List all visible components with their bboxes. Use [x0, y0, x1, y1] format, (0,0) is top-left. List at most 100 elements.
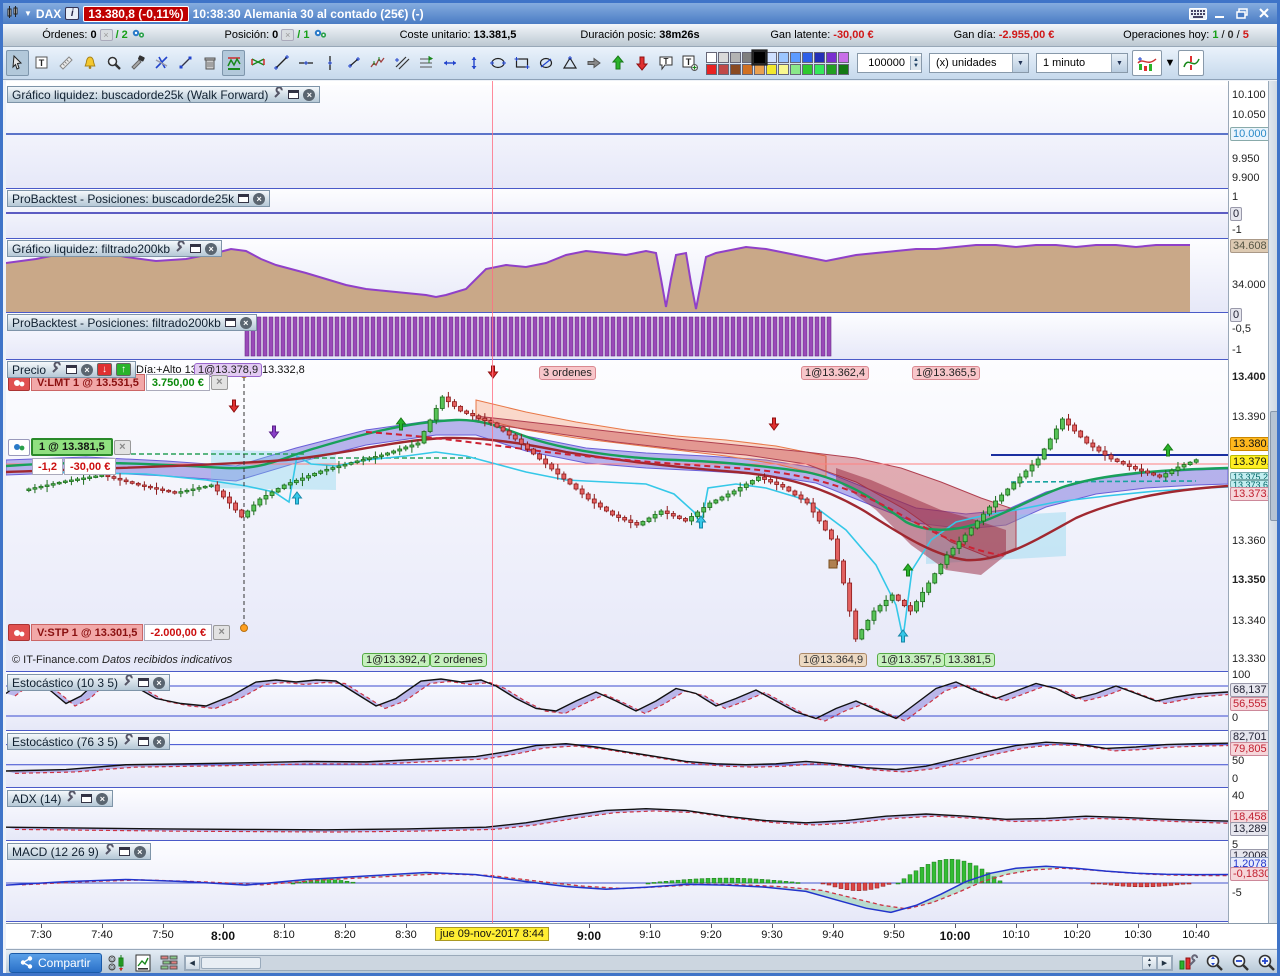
restore-button[interactable] — [1233, 6, 1251, 21]
sell-button[interactable]: ↓ — [97, 363, 113, 376]
share-button[interactable]: Compartir — [9, 952, 102, 973]
color-swatch[interactable] — [790, 51, 801, 63]
panel-stoch-10-3-5[interactable]: Estocástico (10 3 5) × — [6, 673, 1228, 731]
close-icon[interactable]: × — [303, 88, 316, 101]
panel-price[interactable]: Precio × ↓ ↑ 1@13.378,9 Día:+Alto 13.413… — [6, 360, 1228, 672]
scrollbar-thumb[interactable] — [200, 956, 261, 969]
color-swatch[interactable] — [742, 63, 753, 75]
color-swatch[interactable] — [790, 63, 801, 75]
color-swatch[interactable] — [778, 63, 789, 75]
configure-wrench-icon[interactable] — [122, 733, 134, 749]
close-position-button[interactable]: × — [281, 29, 295, 41]
fibonacci-tool[interactable] — [414, 50, 437, 76]
color-swatch[interactable] — [751, 48, 768, 66]
panel-stoch-76-3-5[interactable]: Estocástico (76 3 5) × — [6, 732, 1228, 788]
stop-order-widget[interactable]: V:STP 1 @ 13.301,5 -2.000,00 € × — [8, 624, 231, 641]
configure-wrench-icon[interactable] — [272, 86, 284, 102]
panel-header-macd[interactable]: MACD (12 26 9) × — [7, 843, 151, 860]
panel-header-pos2[interactable]: ProBacktest - Posiciones: filtrado200kb … — [7, 314, 257, 331]
zoom-tool[interactable] — [102, 50, 125, 76]
parallel-lines-tool[interactable] — [390, 50, 413, 76]
close-icon[interactable]: × — [253, 192, 266, 205]
green-arrow-up-tool[interactable] — [606, 50, 629, 76]
color-swatch[interactable] — [826, 63, 837, 75]
color-swatch[interactable] — [730, 63, 741, 75]
color-swatch[interactable] — [838, 63, 849, 75]
symbol-dropdown-caret[interactable]: ▼ — [24, 9, 32, 18]
orders-count-badge[interactable]: 3 ordenes — [539, 366, 596, 380]
units-select[interactable]: (x) unidades ▼ — [928, 53, 1029, 73]
order-badge[interactable]: 1@13.364,9 — [799, 653, 868, 667]
panel-adx[interactable]: ADX (14) × — [6, 789, 1228, 841]
triangle-tool[interactable] — [558, 50, 581, 76]
pattern-detector-tool[interactable] — [222, 50, 245, 76]
configure-wrench-icon[interactable] — [103, 843, 115, 859]
instrument-info-icon[interactable]: i — [65, 7, 80, 20]
horizontal-scrollbar[interactable]: ◀ ▲ ▼ ▶ — [183, 954, 1173, 971]
indicators-button[interactable] — [1177, 50, 1204, 76]
configure-wrench-icon[interactable] — [65, 790, 77, 806]
scroll-left-button[interactable]: ◀ — [184, 955, 200, 970]
chart-settings-button[interactable] — [1177, 952, 1199, 974]
crossed-ellipse-tool[interactable] — [534, 50, 557, 76]
panel-macd[interactable]: MACD (12 26 9) × — [6, 842, 1228, 922]
cancel-orders-button[interactable]: × — [99, 29, 113, 41]
panel-header-liq2[interactable]: Gráfico liquidez: filtrado200kb × — [7, 240, 223, 257]
window-icon[interactable] — [138, 678, 150, 687]
zoom-out-button[interactable] — [1229, 952, 1251, 974]
order-gears-icon[interactable] — [8, 624, 30, 641]
position-settings-gears-icon[interactable] — [313, 27, 328, 43]
zigzag-tool[interactable] — [366, 50, 389, 76]
extended-line-tool[interactable] — [438, 50, 461, 76]
position-widget[interactable]: 1 @ 13.381,5 × — [8, 438, 131, 456]
text-bubble-tool[interactable]: T — [654, 50, 677, 76]
configure-wrench-icon[interactable] — [122, 674, 134, 690]
alert-bell-icon[interactable] — [78, 50, 101, 76]
order-badge[interactable]: 1@13.362,4 — [801, 366, 870, 380]
anchored-text-tool[interactable]: T — [678, 50, 701, 76]
timeframe-select[interactable]: 1 minuto ▼ — [1035, 53, 1128, 73]
ruler-tool[interactable] — [54, 50, 77, 76]
order-display-button[interactable]: 00 — [106, 952, 128, 974]
chart-style-button[interactable] — [1131, 50, 1162, 76]
panel-liq-buscadorde25k[interactable]: Gráfico liquidez: buscadorde25k (Walk Fo… — [6, 85, 1228, 189]
window-icon[interactable] — [81, 794, 93, 803]
color-swatch[interactable] — [730, 51, 741, 63]
configure-wrench-icon[interactable] — [174, 240, 186, 256]
trash-tool[interactable] — [198, 50, 221, 76]
window-icon[interactable] — [138, 737, 150, 746]
window-icon[interactable] — [66, 365, 78, 374]
panel-liq-filtrado200kb[interactable]: Gráfico liquidez: filtrado200kb × — [6, 239, 1228, 313]
color-swatch[interactable] — [814, 51, 825, 63]
orders-settings-gears-icon[interactable] — [131, 27, 146, 43]
chart-style-caret[interactable]: ▼ — [1163, 50, 1177, 76]
text-tool[interactable]: T — [30, 50, 53, 76]
panel-header-liq1[interactable]: Gráfico liquidez: buscadorde25k (Walk Fo… — [7, 86, 321, 103]
color-swatch[interactable] — [778, 51, 789, 63]
color-swatch[interactable] — [754, 63, 765, 75]
color-swatch[interactable] — [742, 51, 753, 63]
scroll-right-button[interactable]: ▶ — [1157, 955, 1172, 970]
position-gears-icon[interactable] — [8, 438, 30, 456]
pointer-tool[interactable] — [6, 50, 29, 76]
scroll-zoom-spinner[interactable]: ▲ ▼ — [1142, 955, 1157, 970]
minimize-button[interactable] — [1211, 6, 1229, 21]
close-window-button[interactable] — [1255, 6, 1273, 21]
zoom-in-button[interactable] — [1255, 952, 1277, 974]
settings-tools-icon[interactable] — [126, 50, 149, 76]
panel-header-adx[interactable]: ADX (14) × — [7, 790, 114, 807]
panel-header-pos1[interactable]: ProBacktest - Posiciones: buscadorde25k … — [7, 190, 271, 207]
trendline-tool[interactable] — [270, 50, 293, 76]
window-icon[interactable] — [224, 318, 236, 327]
color-swatch[interactable] — [766, 51, 777, 63]
order-badge[interactable]: 13.381,5 — [944, 653, 995, 667]
order-badge[interactable]: 1@13.365,5 — [912, 366, 981, 380]
horizontal-line-tool[interactable] — [294, 50, 317, 76]
scrollbar-thumb[interactable] — [1270, 411, 1277, 521]
panel-pos-filtrado200kb[interactable]: ProBacktest - Posiciones: filtrado200kb … — [6, 313, 1228, 360]
vertical-scrollbar[interactable] — [1268, 81, 1277, 923]
keyboard-icon[interactable] — [1189, 6, 1207, 21]
close-position-icon[interactable]: × — [113, 439, 131, 455]
color-swatch[interactable] — [826, 51, 837, 63]
small-segment-tool[interactable] — [342, 50, 365, 76]
